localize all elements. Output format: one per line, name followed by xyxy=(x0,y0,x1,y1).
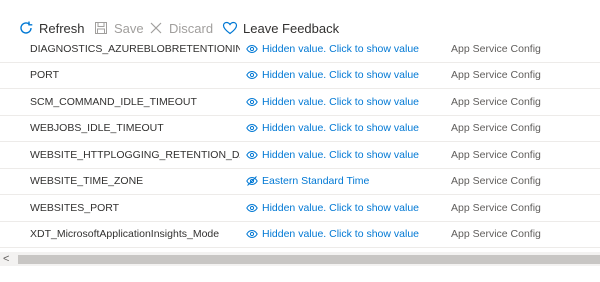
setting-source: App Service Config xyxy=(451,95,541,108)
scrollbar-thumb[interactable] xyxy=(18,255,600,264)
table-row[interactable]: PORT Hidden value. Click to show value App… xyxy=(0,63,600,89)
setting-value-text: Hidden value. Click to show value xyxy=(262,95,419,108)
eye-icon xyxy=(246,228,258,240)
setting-source: App Service Config xyxy=(451,148,541,161)
save-icon xyxy=(93,20,109,36)
setting-value-link[interactable]: Hidden value. Click to show value xyxy=(246,63,446,89)
refresh-icon xyxy=(18,20,34,36)
discard-button[interactable]: Discard xyxy=(148,18,213,38)
setting-value-text: Hidden value. Click to show value xyxy=(262,44,419,55)
command-bar: Refresh Save Discard Leave Feedback xyxy=(0,0,600,44)
setting-name: WEBSITES_PORT xyxy=(30,201,120,214)
setting-value-link[interactable]: Eastern Standard Time xyxy=(246,169,446,195)
setting-source: App Service Config xyxy=(451,44,541,55)
setting-name: WEBJOBS_IDLE_TIMEOUT xyxy=(30,122,164,135)
setting-name: WEBSITE_HTTPLOGGING_RETENTION_DAYS xyxy=(30,148,240,161)
setting-value-text: Eastern Standard Time xyxy=(262,175,370,188)
table-row[interactable]: DIAGNOSTICS_AZUREBLOBRETENTIONINDA Hidden… xyxy=(0,44,600,63)
setting-source: App Service Config xyxy=(451,175,541,188)
setting-value-link[interactable]: Hidden value. Click to show value xyxy=(246,195,446,221)
table-row[interactable]: WEBSITE_TIME_ZONE Eastern Standard Time Ap… xyxy=(0,169,600,195)
setting-value-text: Hidden value. Click to show value xyxy=(262,122,419,135)
setting-value-link[interactable]: Hidden value. Click to show value xyxy=(246,142,446,168)
setting-name: XDT_MicrosoftApplicationInsights_Mode xyxy=(30,228,220,241)
setting-source: App Service Config xyxy=(451,69,541,82)
table-row[interactable]: SCM_COMMAND_IDLE_TIMEOUT Hidden value. Cl… xyxy=(0,89,600,116)
setting-value-link[interactable]: Hidden value. Click to show value xyxy=(246,116,446,142)
eye-icon xyxy=(246,149,258,161)
eye-icon xyxy=(246,69,258,81)
setting-value-link[interactable]: Hidden value. Click to show value xyxy=(246,44,446,62)
save-button[interactable]: Save xyxy=(93,18,144,38)
setting-value-text: Hidden value. Click to show value xyxy=(262,228,419,241)
setting-source: App Service Config xyxy=(451,228,541,241)
eye-slash-icon xyxy=(246,175,258,187)
refresh-button[interactable]: Refresh xyxy=(18,18,85,38)
eye-icon xyxy=(246,96,258,108)
app-settings-rows: DIAGNOSTICS_AZUREBLOBRETENTIONINDA Hidden… xyxy=(0,44,600,248)
setting-source: App Service Config xyxy=(451,201,541,214)
setting-name: PORT xyxy=(30,69,59,82)
setting-value-link[interactable]: Hidden value. Click to show value xyxy=(246,89,446,115)
eye-icon xyxy=(246,122,258,134)
refresh-label: Refresh xyxy=(39,20,85,36)
leave-feedback-button[interactable]: Leave Feedback xyxy=(222,18,339,38)
table-row[interactable]: XDT_MicrosoftApplicationInsights_Mode Hid… xyxy=(0,222,600,248)
setting-value-text: Hidden value. Click to show value xyxy=(262,148,419,161)
setting-name: DIAGNOSTICS_AZUREBLOBRETENTIONINDA xyxy=(30,44,240,55)
scroll-left-arrow[interactable]: < xyxy=(3,253,15,265)
setting-name: SCM_COMMAND_IDLE_TIMEOUT xyxy=(30,95,197,108)
setting-name: WEBSITE_TIME_ZONE xyxy=(30,175,144,188)
eye-icon xyxy=(246,202,258,214)
app-settings-grid: DIAGNOSTICS_AZUREBLOBRETENTIONINDA Hidden… xyxy=(0,44,600,252)
setting-source: App Service Config xyxy=(451,122,541,135)
close-icon xyxy=(148,20,164,36)
setting-value-link[interactable]: Hidden value. Click to show value xyxy=(246,222,446,248)
table-row[interactable]: WEBSITES_PORT Hidden value. Click to show… xyxy=(0,195,600,222)
leave-feedback-label: Leave Feedback xyxy=(243,20,340,36)
table-row[interactable]: WEBJOBS_IDLE_TIMEOUT Hidden value. Click … xyxy=(0,116,600,142)
eye-icon xyxy=(246,44,258,55)
setting-value-text: Hidden value. Click to show value xyxy=(262,201,419,214)
horizontal-scrollbar[interactable]: < xyxy=(0,252,600,266)
heart-icon xyxy=(222,20,238,36)
table-row[interactable]: WEBSITE_HTTPLOGGING_RETENTION_DAYS Hidden… xyxy=(0,142,600,169)
setting-value-text: Hidden value. Click to show value xyxy=(262,69,419,82)
discard-label: Discard xyxy=(169,20,214,36)
save-label: Save xyxy=(114,20,144,36)
